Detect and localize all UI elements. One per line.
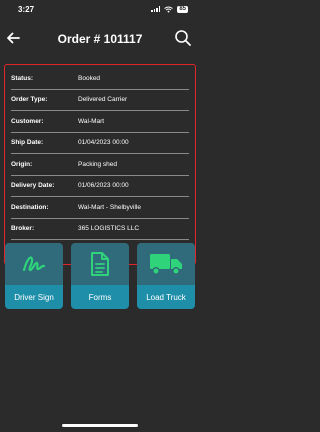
- detail-value: 01/06/2023 00:00: [78, 182, 129, 190]
- signal-icon: [151, 6, 161, 12]
- detail-label: Order Type:: [11, 96, 48, 104]
- document-icon: [91, 252, 109, 276]
- driver-sign-button[interactable]: Driver Sign: [5, 243, 63, 309]
- back-arrow-icon[interactable]: [5, 30, 21, 46]
- detail-label: Delivery Date:: [11, 182, 55, 190]
- detail-value: Packing shed: [78, 160, 118, 168]
- detail-label: Status:: [11, 74, 34, 82]
- load-truck-button[interactable]: Load Truck: [137, 243, 195, 309]
- detail-row-status: Status: Booked: [11, 68, 189, 90]
- tile-label: Load Truck: [137, 285, 195, 309]
- tile-icon-area: [137, 243, 195, 285]
- signature-icon: [22, 256, 46, 272]
- action-tiles: Driver Sign Forms Load Truck: [5, 243, 195, 309]
- forms-button[interactable]: Forms: [71, 243, 129, 309]
- battery-icon: 85: [177, 5, 188, 13]
- order-details-card: Status: Booked Order Type: Delivered Car…: [4, 64, 196, 265]
- header: Order # 101117: [0, 28, 200, 50]
- detail-label: Destination:: [11, 203, 49, 211]
- detail-value: Wal-Mart: [78, 117, 105, 125]
- tile-label: Forms: [71, 285, 129, 309]
- search-icon[interactable]: [174, 29, 192, 47]
- detail-label: Broker:: [11, 225, 35, 233]
- tile-label: Driver Sign: [5, 285, 63, 309]
- tile-icon-area: [5, 243, 63, 285]
- status-time: 3:27: [18, 4, 35, 14]
- detail-row-origin: Origin: Packing shed: [11, 154, 189, 176]
- detail-row-destination: Destination: Wal-Mart - Shelbyville: [11, 197, 189, 219]
- tile-icon-area: [71, 243, 129, 285]
- detail-label: Origin:: [11, 160, 33, 168]
- page-title: Order # 101117: [57, 32, 143, 46]
- detail-row-broker: Broker: 365 LOGISTICS LLC: [11, 219, 189, 240]
- detail-value: Wal-Mart - Shelbyville: [78, 203, 141, 211]
- detail-row-order-type: Order Type: Delivered Carrier: [11, 90, 189, 111]
- detail-row-ship-date: Ship Date: 01/04/2023 00:00: [11, 133, 189, 154]
- detail-label: Ship Date:: [11, 139, 44, 147]
- status-bar: 3:27 85: [0, 0, 200, 18]
- detail-value: Delivered Carrier: [78, 96, 128, 104]
- home-indicator: [62, 424, 138, 427]
- detail-label: Customer:: [11, 117, 44, 125]
- detail-value: 365 LOGISTICS LLC: [78, 225, 140, 233]
- truck-icon: [150, 254, 182, 275]
- detail-value: Booked: [78, 74, 101, 82]
- detail-row-customer: Customer: Wal-Mart: [11, 111, 189, 133]
- detail-value: 01/04/2023 00:00: [78, 139, 129, 147]
- status-indicators: 85: [151, 5, 188, 13]
- detail-row-delivery-date: Delivery Date: 01/06/2023 00:00: [11, 176, 189, 197]
- wifi-icon: [164, 6, 174, 12]
